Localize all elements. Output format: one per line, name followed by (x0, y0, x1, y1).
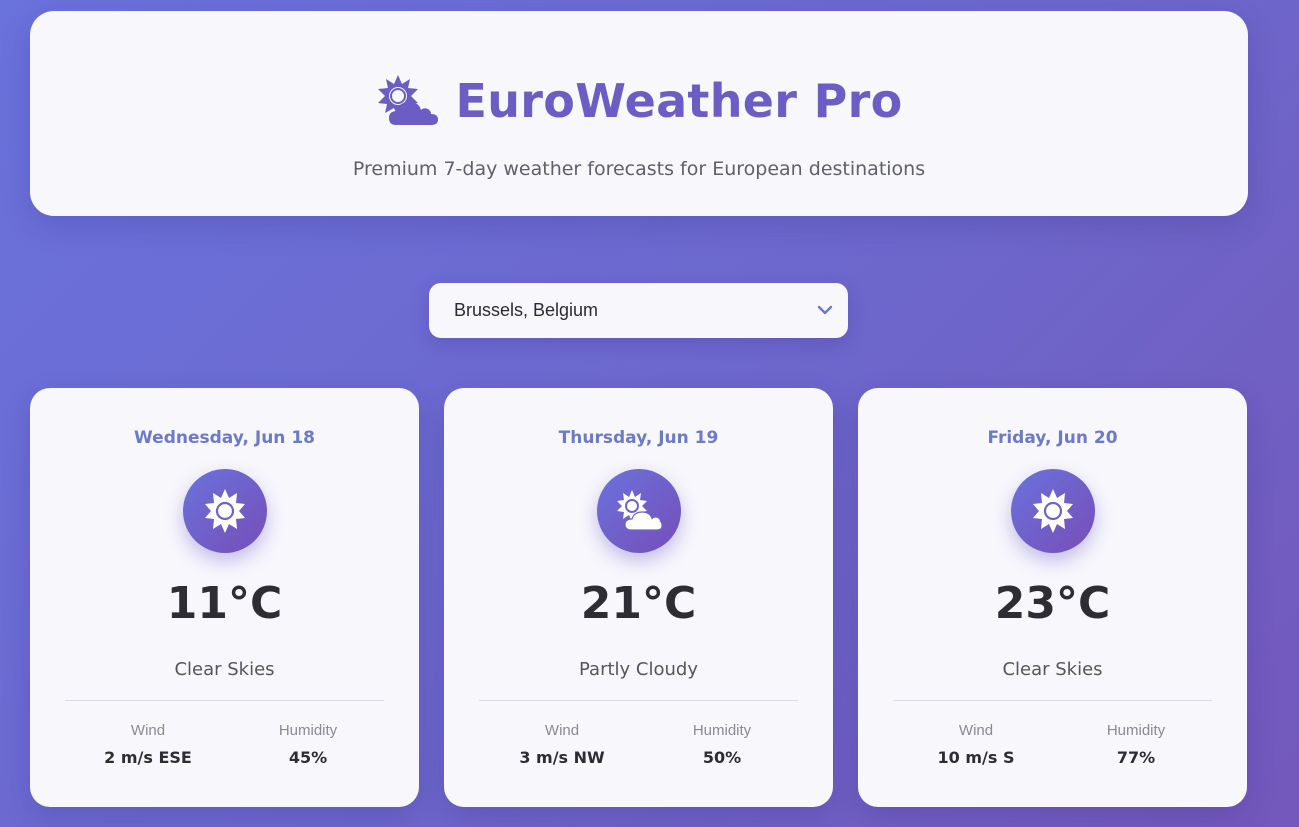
forecast-date: Wednesday, Jun 18 (134, 428, 315, 448)
temperature: 11°C (166, 578, 283, 629)
title-row: EuroWeather Pro (30, 73, 1248, 129)
app-title: EuroWeather Pro (455, 74, 903, 128)
weather-icon-badge (597, 469, 681, 553)
humidity-value: 77% (1116, 748, 1156, 767)
temperature: 21°C (580, 578, 697, 629)
wind-stat: Wind 2 m/s ESE (68, 722, 228, 767)
weather-icon-badge (1011, 469, 1095, 553)
chevron-down-icon (817, 305, 833, 315)
humidity-label: Humidity (1106, 722, 1166, 739)
forecast-card: Wednesday, Jun 18 11°C Clear Skies Wind … (30, 388, 419, 807)
forecast-date: Friday, Jun 20 (987, 428, 1118, 448)
wind-value: 3 m/s NW (519, 748, 605, 767)
wind-stat: Wind 3 m/s NW (482, 722, 642, 767)
humidity-value: 45% (288, 748, 328, 767)
humidity-label: Humidity (692, 722, 752, 739)
condition-text: Clear Skies (174, 659, 275, 680)
wind-value: 2 m/s ESE (104, 748, 192, 767)
sun-icon (205, 489, 245, 533)
humidity-stat: Humidity 77% (1056, 722, 1216, 767)
wind-label: Wind (958, 722, 994, 739)
humidity-value: 50% (702, 748, 742, 767)
humidity-stat: Humidity 45% (228, 722, 388, 767)
forecast-card: Thursday, Jun 19 21°C Partly Cloudy Wind… (444, 388, 833, 807)
sun-icon (1033, 489, 1073, 533)
app-subtitle: Premium 7-day weather forecasts for Euro… (352, 158, 926, 180)
location-select-value: Brussels, Belgium (454, 300, 599, 320)
app-header: EuroWeather Pro Premium 7-day weather fo… (30, 11, 1248, 216)
humidity-stat: Humidity 50% (642, 722, 802, 767)
condition-text: Partly Cloudy (579, 659, 698, 680)
location-select[interactable]: Brussels, Belgium (429, 283, 848, 338)
sun-behind-cloud-icon (617, 490, 663, 531)
sun-behind-cloud-icon (377, 75, 438, 125)
wind-label: Wind (544, 722, 580, 739)
weather-icon-badge (183, 469, 267, 553)
divider (893, 700, 1212, 701)
forecast-date: Thursday, Jun 19 (558, 428, 719, 448)
temperature: 23°C (994, 578, 1111, 629)
humidity-label: Humidity (278, 722, 338, 739)
wind-stat: Wind 10 m/s S (896, 722, 1056, 767)
divider (479, 700, 798, 701)
wind-value: 10 m/s S (937, 748, 1015, 767)
wind-label: Wind (130, 722, 166, 739)
condition-text: Clear Skies (1002, 659, 1103, 680)
forecast-card: Friday, Jun 20 23°C Clear Skies Wind 10 … (858, 388, 1247, 807)
divider (65, 700, 384, 701)
